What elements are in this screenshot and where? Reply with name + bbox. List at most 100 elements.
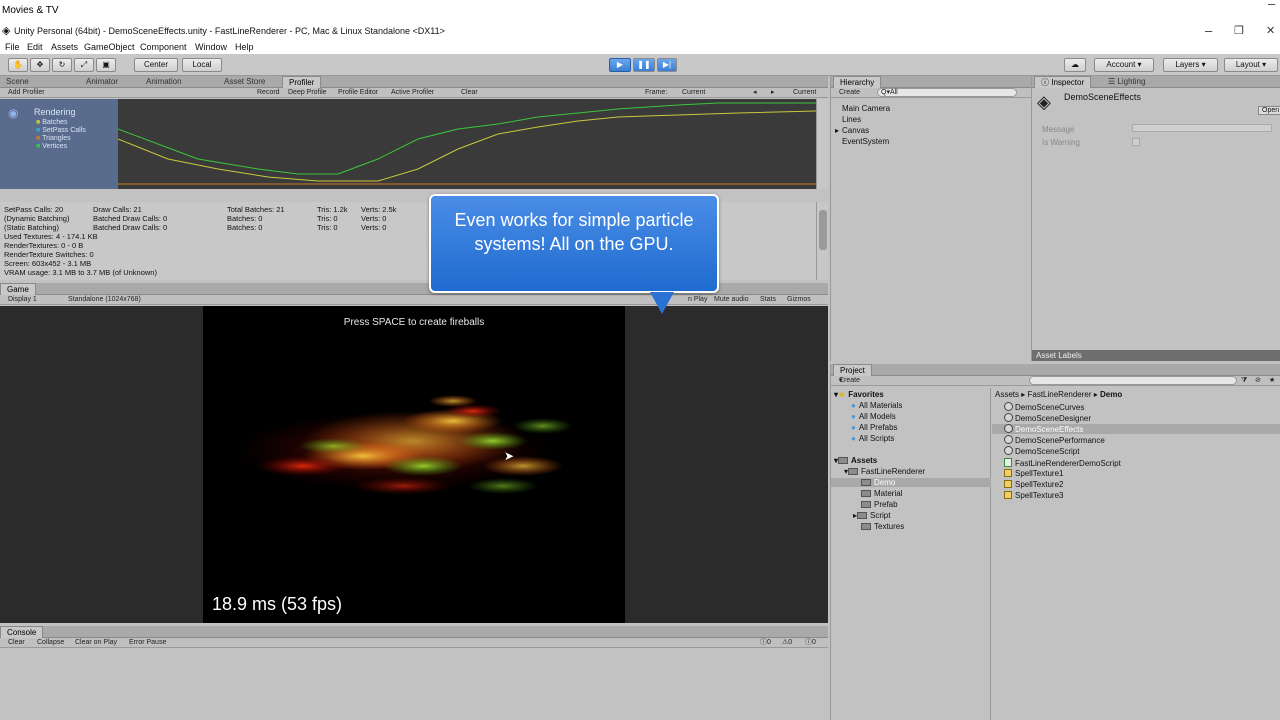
window-restore-icon[interactable]: ❐	[1234, 24, 1244, 37]
current-frame-button[interactable]: Current	[793, 88, 816, 98]
filter-type-icon[interactable]: ⧩	[1241, 376, 1247, 386]
assets-header[interactable]: ▾ Assets	[834, 456, 877, 465]
hierarchy-expand-canvas-icon[interactable]: ▸	[835, 126, 839, 135]
pivot-local-button[interactable]: Local	[182, 58, 222, 72]
tree-material[interactable]: Material	[861, 489, 902, 498]
favorite-all-materials[interactable]: ● All Materials	[851, 401, 902, 410]
file-demoscenedesigner[interactable]: DemoSceneDesigner	[1004, 413, 1091, 423]
hand-tool-icon[interactable]: ✋	[8, 58, 28, 72]
tab-animation[interactable]: Animation	[140, 76, 188, 88]
tree-demo[interactable]: Demo	[831, 478, 991, 487]
maximize-on-play-toggle[interactable]: n Play	[688, 295, 707, 305]
tab-lighting[interactable]: ☰ Lighting	[1102, 76, 1151, 88]
scale-tool-icon[interactable]: ⤢	[74, 58, 94, 72]
favorites-header[interactable]: ▾★ Favorites	[834, 390, 884, 399]
hierarchy-item-lines[interactable]: Lines	[842, 115, 861, 124]
tree-prefab[interactable]: Prefab	[861, 500, 898, 509]
window-close-icon[interactable]: ✕	[1266, 24, 1275, 37]
next-frame-icon[interactable]: ▸	[771, 88, 775, 98]
gizmos-dropdown[interactable]: Gizmos	[787, 295, 811, 305]
menu-window[interactable]: Window	[195, 42, 227, 52]
prev-frame-icon[interactable]: ◂	[753, 88, 757, 98]
rotate-tool-icon[interactable]: ↻	[52, 58, 72, 72]
breadcrumb-demo[interactable]: Demo	[1100, 390, 1122, 399]
cloud-icon[interactable]: ☁	[1064, 58, 1086, 72]
tab-project[interactable]: Project	[833, 364, 872, 376]
stats-scrollbar[interactable]	[816, 202, 828, 280]
menu-gameobject[interactable]: GameObject	[84, 42, 135, 52]
menu-help[interactable]: Help	[235, 42, 254, 52]
hierarchy-item-main-camera[interactable]: Main Camera	[842, 104, 890, 113]
tab-hierarchy[interactable]: Hierarchy	[833, 76, 882, 88]
field-message-input[interactable]	[1132, 124, 1272, 132]
display-dropdown[interactable]: Display 1	[8, 295, 37, 305]
clear-button[interactable]: Clear	[461, 88, 478, 98]
inspector-open-button[interactable]: Open	[1258, 106, 1280, 115]
hierarchy-item-eventsystem[interactable]: EventSystem	[842, 137, 889, 146]
account-dropdown[interactable]: Account ▾	[1094, 58, 1154, 72]
layers-dropdown[interactable]: Layers ▾	[1163, 58, 1218, 72]
stats-scroll-thumb[interactable]	[819, 210, 827, 250]
console-error-count[interactable]: ⓘ 0	[805, 638, 816, 648]
favorite-icon[interactable]: ★	[1269, 376, 1275, 386]
file-demoscenecurves[interactable]: DemoSceneCurves	[1004, 402, 1084, 412]
favorite-all-prefabs[interactable]: ● All Prefabs	[851, 423, 898, 432]
stats-toggle[interactable]: Stats	[760, 295, 776, 305]
menu-assets[interactable]: Assets	[51, 42, 78, 52]
mute-audio-toggle[interactable]: Mute audio	[714, 295, 749, 305]
menu-component[interactable]: Component	[140, 42, 187, 52]
game-screen[interactable]: Press SPACE to create fireballs 18.9 ms …	[203, 306, 625, 623]
tree-textures[interactable]: Textures	[861, 522, 904, 531]
hierarchy-create-dropdown[interactable]: Create	[839, 88, 860, 98]
tree-fastlinerenderer[interactable]: ▾ FastLineRenderer	[844, 467, 925, 476]
file-fastlinerendererdemoscript[interactable]: FastLineRendererDemoScript	[1004, 458, 1121, 468]
tab-console[interactable]: Console	[0, 626, 44, 638]
game-view[interactable]: Press SPACE to create fireballs 18.9 ms …	[0, 306, 828, 623]
asset-labels-bar[interactable]: Asset Labels	[1032, 350, 1280, 361]
menu-file[interactable]: File	[5, 42, 20, 52]
pause-button-icon[interactable]: ❚❚	[633, 58, 655, 72]
file-spelltexture1[interactable]: SpellTexture1	[1004, 469, 1063, 478]
tree-script[interactable]: ▸ Script	[853, 511, 890, 520]
tab-asset-store[interactable]: Asset Store	[218, 76, 271, 88]
tab-game[interactable]: Game	[0, 283, 36, 295]
record-button[interactable]: Record	[257, 88, 280, 98]
resolution-dropdown[interactable]: Standalone (1024x768)	[68, 295, 141, 305]
deep-profile-button[interactable]: Deep Profile	[288, 88, 327, 98]
graph-scrollbar[interactable]	[816, 99, 828, 189]
filter-label-icon[interactable]: ⊘	[1255, 376, 1261, 386]
step-button-icon[interactable]: ▶|	[657, 58, 677, 72]
tab-animator[interactable]: Animator	[80, 76, 124, 88]
field-is-warning-checkbox[interactable]	[1132, 138, 1140, 146]
hierarchy-item-canvas[interactable]: Canvas	[842, 126, 869, 135]
rect-tool-icon[interactable]: ▣	[96, 58, 116, 72]
tab-profiler[interactable]: Profiler	[282, 76, 322, 88]
pivot-center-button[interactable]: Center	[134, 58, 178, 72]
tab-scene[interactable]: Scene	[0, 76, 35, 88]
move-tool-icon[interactable]: ✥	[30, 58, 50, 72]
os-minimize-icon[interactable]: –	[1268, 0, 1275, 11]
favorite-all-scripts[interactable]: ● All Scripts	[851, 434, 894, 443]
breadcrumb-fastlinerenderer[interactable]: FastLineRenderer	[1027, 390, 1091, 399]
console-clear-button[interactable]: Clear	[8, 638, 25, 648]
file-demosceneperformance[interactable]: DemoScenePerformance	[1004, 435, 1105, 445]
project-create-dropdown[interactable]: Create ▾	[839, 376, 860, 386]
hierarchy-search-input[interactable]: Q▾All	[877, 88, 1017, 97]
file-spelltexture2[interactable]: SpellTexture2	[1004, 480, 1063, 489]
console-error-pause-button[interactable]: Error Pause	[129, 638, 166, 648]
file-demoscenescript[interactable]: DemoSceneScript	[1004, 446, 1079, 456]
profile-editor-button[interactable]: Profile Editor	[338, 88, 378, 98]
breadcrumb-assets[interactable]: Assets	[995, 390, 1019, 399]
console-clear-on-play-button[interactable]: Clear on Play	[75, 638, 117, 648]
play-button-icon[interactable]: ▶	[609, 58, 631, 72]
project-search-input[interactable]	[1029, 376, 1237, 385]
console-warning-count[interactable]: ⚠ 0	[782, 638, 792, 648]
window-minimize-icon[interactable]: –	[1205, 23, 1212, 38]
rendering-category[interactable]: ◉ Rendering ■ Batches ■ SetPass Calls ■ …	[0, 99, 118, 189]
add-profiler-dropdown[interactable]: Add Profiler	[8, 88, 45, 98]
tab-inspector[interactable]: ⓘ Inspector	[1034, 76, 1092, 88]
favorite-all-models[interactable]: ● All Models	[851, 412, 896, 421]
layout-dropdown[interactable]: Layout ▾	[1224, 58, 1278, 72]
profiler-graph[interactable]	[117, 99, 817, 189]
file-spelltexture3[interactable]: SpellTexture3	[1004, 491, 1063, 500]
